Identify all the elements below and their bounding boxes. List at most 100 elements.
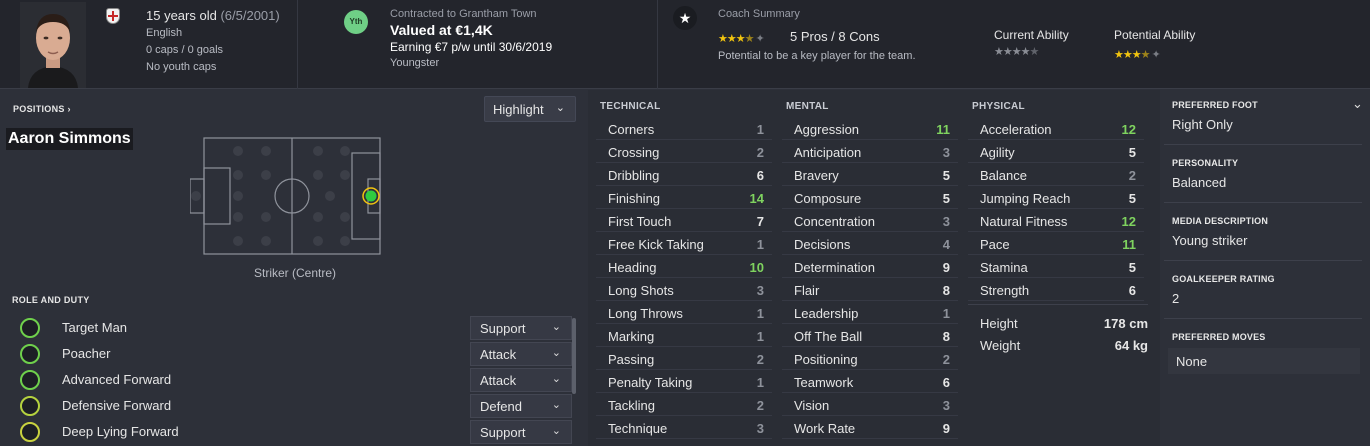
attribute-name: Positioning (794, 352, 858, 367)
attribute-name: Finishing (608, 191, 661, 206)
nation-flag-icon[interactable] (106, 8, 120, 24)
attribute-row[interactable]: Jumping Reach 5 (968, 187, 1144, 209)
attribute-row[interactable]: Decisions 4 (782, 233, 958, 255)
attribute-name: Strength (980, 283, 1030, 298)
attribute-row[interactable]: Crossing 2 (596, 141, 772, 163)
role-duty-header: ROLE AND DUTY (12, 295, 90, 305)
attribute-value: 3 (942, 214, 950, 229)
attribute-row[interactable]: Pace 11 (968, 233, 1144, 255)
attribute-name: Passing (608, 352, 655, 367)
role-rating-icon (20, 422, 40, 442)
attribute-row[interactable]: Work Rate 9 (782, 417, 958, 439)
attribute-value: 5 (1128, 145, 1136, 160)
personality-header: PERSONALITY (1172, 158, 1239, 168)
youth-badge-icon: Yth (344, 10, 368, 34)
contract-club: Contracted to Grantham Town (390, 8, 537, 20)
attribute-row[interactable]: Stamina 5 (968, 256, 1144, 278)
height-value: 178 cm (1103, 316, 1148, 331)
duty-dropdown[interactable]: Support ⌄ (470, 316, 572, 340)
attribute-name: Vision (794, 398, 830, 413)
attribute-name: Free Kick Taking (608, 237, 704, 252)
attribute-value: 3 (756, 421, 764, 436)
attribute-value: 11 (936, 122, 950, 137)
weight-label: Weight (980, 338, 1021, 353)
chevron-down-icon: ⌄ (551, 347, 561, 359)
current-ability-stars: ★★★★★ (994, 46, 1039, 58)
divider (1164, 202, 1362, 203)
attribute-row[interactable]: Finishing 14 (596, 187, 772, 209)
current-ability-label: Current Ability (994, 28, 1069, 42)
attribute-row[interactable]: Passing 2 (596, 348, 772, 370)
role-rating-icon (20, 344, 40, 364)
attribute-name: Long Shots (608, 283, 674, 298)
attribute-name: Jumping Reach (980, 191, 1071, 206)
chevron-down-icon: ⌄ (555, 102, 565, 114)
attribute-row[interactable]: Teamwork 6 (782, 371, 958, 393)
attribute-name: Long Throws (608, 306, 683, 321)
duty-dropdown[interactable]: Defend ⌄ (470, 394, 572, 418)
personality: Balanced (1172, 175, 1227, 190)
positions-header[interactable]: POSITIONS › (13, 104, 71, 114)
attribute-row[interactable]: Positioning 2 (782, 348, 958, 370)
attribute-value: 5 (1128, 191, 1136, 206)
attribute-value: 9 (942, 260, 950, 275)
preferred-moves-header: PREFERRED MOVES (1172, 332, 1266, 342)
attribute-row[interactable]: Heading 10 (596, 256, 772, 278)
chevron-down-icon: ⌄ (551, 321, 561, 333)
attribute-row[interactable]: Flair 8 (782, 279, 958, 301)
attribute-row[interactable]: Penalty Taking 1 (596, 371, 772, 393)
attribute-row[interactable]: Vision 3 (782, 394, 958, 416)
divider (1164, 260, 1362, 261)
duty-label: Support (480, 425, 526, 440)
attribute-row[interactable]: Marking 1 (596, 325, 772, 347)
highlight-dropdown[interactable]: Highlight ⌄ (484, 96, 576, 122)
attribute-row[interactable]: Determination 9 (782, 256, 958, 278)
role-row[interactable]: Target Man Support ⌄ (18, 316, 578, 342)
attribute-row[interactable]: Acceleration 12 (968, 118, 1144, 140)
attribute-value: 3 (756, 283, 764, 298)
attribute-value: 11 (1122, 237, 1136, 252)
duty-dropdown[interactable]: Support ⌄ (470, 420, 572, 444)
attribute-row[interactable]: Dribbling 6 (596, 164, 772, 186)
role-list-scrollbar[interactable] (572, 318, 576, 394)
attribute-name: Bravery (794, 168, 839, 183)
attribute-value: 3 (942, 398, 950, 413)
role-row[interactable]: Deep Lying Forward Support ⌄ (18, 420, 578, 446)
attribute-row[interactable]: Composure 5 (782, 187, 958, 209)
attribute-value: 2 (756, 398, 764, 413)
attribute-row[interactable]: Natural Fitness 12 (968, 210, 1144, 232)
attribute-name: Aggression (794, 122, 860, 137)
attribute-row[interactable]: Aggression 11 (782, 118, 958, 140)
attribute-row[interactable]: Anticipation 3 (782, 141, 958, 163)
age-text: 15 years old (146, 8, 217, 23)
duty-dropdown[interactable]: Attack ⌄ (470, 368, 572, 392)
attribute-name: Work Rate (794, 421, 856, 436)
duty-dropdown[interactable]: Attack ⌄ (470, 342, 572, 366)
attribute-row[interactable]: Bravery 5 (782, 164, 958, 186)
attribute-name: Off The Ball (794, 329, 863, 344)
preferred-moves: None (1168, 348, 1360, 374)
attribute-row[interactable]: Off The Ball 8 (782, 325, 958, 347)
attribute-row[interactable]: Leadership 1 (782, 302, 958, 324)
attribute-row[interactable]: Long Shots 3 (596, 279, 772, 301)
divider (1164, 144, 1362, 145)
role-row[interactable]: Defensive Forward Defend ⌄ (18, 394, 578, 420)
attribute-row[interactable]: Technique 3 (596, 417, 772, 439)
pros-cons[interactable]: 5 Pros / 8 Cons (790, 29, 880, 44)
role-row[interactable]: Poacher Attack ⌄ (18, 342, 578, 368)
attribute-value: 6 (942, 375, 950, 390)
role-row[interactable]: Advanced Forward Attack ⌄ (18, 368, 578, 394)
attribute-row[interactable]: Corners 1 (596, 118, 772, 140)
attribute-row[interactable]: Tackling 2 (596, 394, 772, 416)
player-face-image (20, 2, 86, 88)
attribute-row[interactable]: Free Kick Taking 1 (596, 233, 772, 255)
attribute-row[interactable]: Concentration 3 (782, 210, 958, 232)
attribute-row[interactable]: Long Throws 1 (596, 302, 772, 324)
attribute-row[interactable]: First Touch 7 (596, 210, 772, 232)
mental-header: MENTAL (786, 101, 829, 112)
attribute-row[interactable]: Balance 2 (968, 164, 1144, 186)
attribute-value: 1 (756, 237, 764, 252)
chevron-down-icon[interactable]: ⌄ (1352, 96, 1363, 112)
attribute-row[interactable]: Agility 5 (968, 141, 1144, 163)
attribute-row[interactable]: Strength 6 (968, 279, 1144, 301)
